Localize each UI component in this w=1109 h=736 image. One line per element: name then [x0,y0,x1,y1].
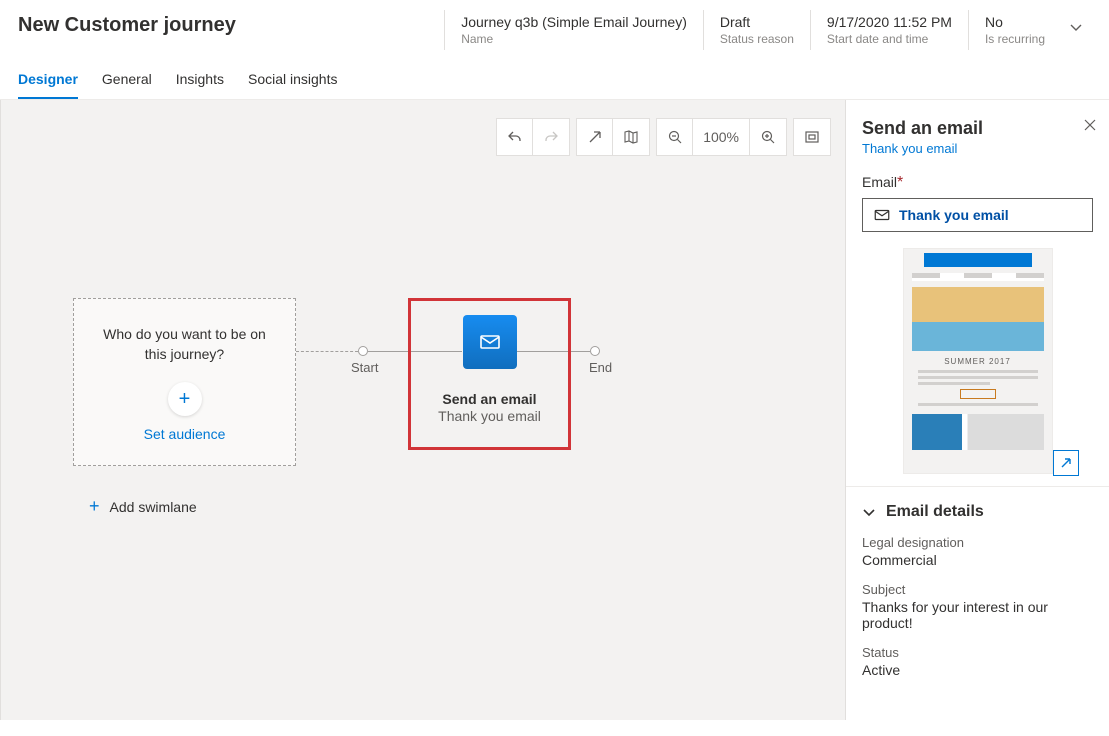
properties-panel: Send an email Thank you email Email* Tha… [845,100,1109,720]
tab-bar: Designer General Insights Social insight… [0,51,1109,100]
designer-canvas[interactable]: 100% Who do you want to be on this journ… [0,100,845,720]
chevron-down-icon [1069,20,1083,34]
plus-icon: + [89,496,100,517]
header-expand-toggle[interactable] [1061,10,1091,44]
fullscreen-button[interactable] [794,119,830,155]
email-lookup-field[interactable]: Thank you email [862,198,1093,232]
zoom-in-icon [760,129,776,145]
meta-is-recurring: No Is recurring [968,10,1061,50]
zoom-level[interactable]: 100% [693,119,750,155]
mail-icon [873,206,891,224]
close-icon [1083,118,1097,132]
plus-icon: + [179,388,191,411]
start-node[interactable] [358,346,368,356]
email-details-toggle[interactable]: Email details [862,503,1093,521]
email-details-section: Email details Legal designation Commerci… [846,486,1109,694]
redo-icon [543,129,559,145]
preview-expand-button[interactable] [1053,450,1079,476]
tab-general[interactable]: General [102,71,152,99]
end-label: End [589,360,612,375]
email-tile-title: Send an email [411,391,568,407]
panel-close-button[interactable] [1083,118,1097,132]
fit-arrow-icon [587,129,603,145]
fit-view-button[interactable] [577,119,613,155]
undo-icon [507,129,523,145]
email-tile-subtitle: Thank you email [411,408,568,424]
map-icon [623,129,639,145]
email-field-label: Email* [862,174,1093,192]
meta-status-reason: Draft Status reason [703,10,810,50]
zoom-out-button[interactable] [657,119,693,155]
expand-icon [1059,456,1073,470]
audience-prompt: Who do you want to be on this journey? [94,325,275,364]
add-audience-button[interactable]: + [168,382,202,416]
email-lookup-value: Thank you email [899,207,1009,223]
email-tile-icon-box [463,315,517,369]
end-node[interactable] [590,346,600,356]
header-meta: Journey q3b (Simple Email Journey) Name … [444,10,1061,50]
preview-heading: SUMMER 2017 [904,357,1052,366]
add-swimlane-button[interactable]: + Add swimlane [89,496,197,517]
meta-start-datetime: 9/17/2020 11:52 PM Start date and time [810,10,968,50]
tab-social-insights[interactable]: Social insights [248,71,338,99]
page-header: New Customer journey Journey q3b (Simple… [0,0,1109,51]
tab-insights[interactable]: Insights [176,71,224,99]
chevron-down-icon [862,505,876,519]
detail-legal-designation: Legal designation Commercial [862,535,1093,568]
start-label: Start [351,360,378,375]
canvas-toolbar: 100% [496,118,831,156]
minimap-button[interactable] [613,119,649,155]
detail-status: Status Active [862,645,1093,678]
redo-button[interactable] [533,119,569,155]
mail-icon [478,330,502,354]
zoom-out-icon [667,129,683,145]
meta-name: Journey q3b (Simple Email Journey) Name [444,10,703,50]
email-preview-thumbnail[interactable]: SUMMER 2017 [903,248,1053,474]
page-title: New Customer journey [18,10,236,37]
undo-button[interactable] [497,119,533,155]
tab-designer[interactable]: Designer [18,71,78,99]
required-indicator: * [897,174,903,191]
audience-placeholder-card[interactable]: Who do you want to be on this journey? +… [73,298,296,466]
email-tile-selected[interactable]: Send an email Thank you email [408,298,571,450]
fullscreen-icon [804,129,820,145]
panel-subtitle-link[interactable]: Thank you email [862,141,1093,156]
add-swimlane-label: Add swimlane [110,499,197,515]
panel-title: Send an email [862,118,1093,139]
set-audience-link[interactable]: Set audience [94,426,275,442]
zoom-in-button[interactable] [750,119,786,155]
connector-dashed [296,351,358,352]
detail-subject: Subject Thanks for your interest in our … [862,582,1093,631]
